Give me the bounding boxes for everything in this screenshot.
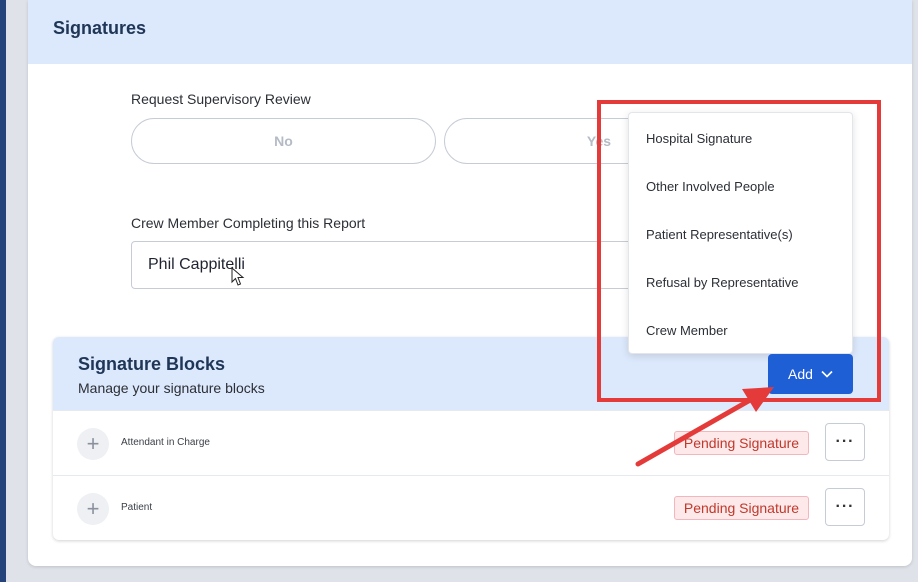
signatures-header: Signatures: [28, 0, 912, 64]
left-edge-strip: [0, 0, 6, 582]
ellipsis-icon[interactable]: ···: [825, 488, 865, 526]
ellipsis-icon[interactable]: ···: [825, 423, 865, 461]
menu-item-patient-representatives[interactable]: Patient Representative(s): [646, 227, 793, 242]
status-badge: Pending Signature: [674, 496, 809, 520]
signature-row: + Patient Pending Signature ···: [53, 475, 889, 540]
signature-row: + Attendant in Charge Pending Signature …: [53, 410, 889, 475]
signature-blocks-subtitle: Manage your signature blocks: [78, 380, 265, 396]
menu-item-refusal-by-representative[interactable]: Refusal by Representative: [646, 275, 798, 290]
menu-item-hospital-signature[interactable]: Hospital Signature: [646, 131, 752, 146]
menu-item-crew-member[interactable]: Crew Member: [646, 323, 728, 338]
add-button-label: Add: [788, 366, 813, 382]
status-badge: Pending Signature: [674, 431, 809, 455]
add-signature-button[interactable]: Add: [768, 354, 853, 394]
plus-icon[interactable]: +: [77, 493, 109, 525]
signature-blocks-title: Signature Blocks: [78, 354, 226, 374]
chevron-down-icon: [821, 370, 833, 378]
supervisory-review-label: Request Supervisory Review: [131, 91, 311, 107]
crew-member-input[interactable]: Phil Cappitelli: [131, 241, 651, 289]
plus-icon[interactable]: +: [77, 428, 109, 460]
mouse-cursor-icon: [231, 267, 245, 286]
signature-row-label: Patient: [121, 502, 153, 513]
menu-item-other-involved-people[interactable]: Other Involved People: [646, 179, 775, 194]
supervisory-review-no-option[interactable]: No: [131, 118, 436, 164]
add-signature-menu: Hospital Signature Other Involved People…: [628, 112, 853, 354]
signature-row-label: Attendant in Charge: [121, 437, 210, 448]
signature-blocks-panel: Signature Blocks Manage your signature b…: [53, 337, 889, 540]
crew-member-label: Crew Member Completing this Report: [131, 215, 366, 231]
signatures-title: Signatures: [53, 18, 147, 38]
